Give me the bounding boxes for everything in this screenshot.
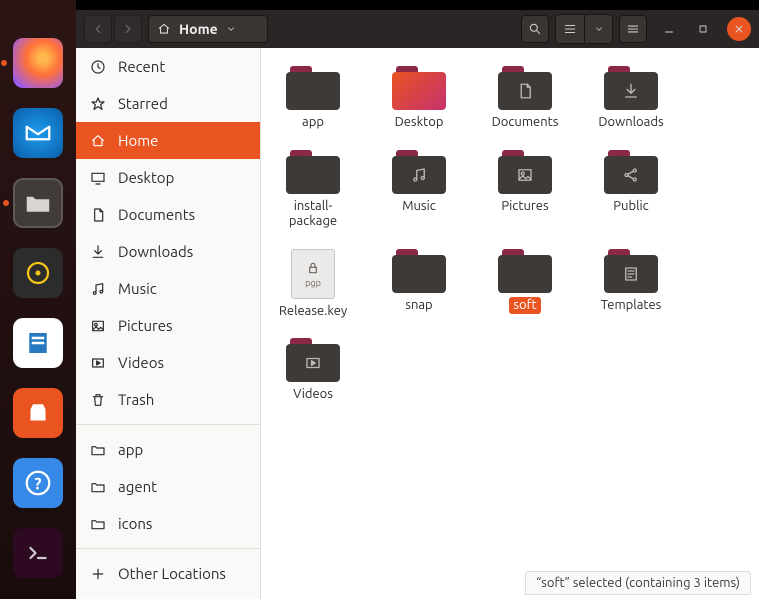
dock-terminal[interactable] bbox=[13, 528, 63, 578]
search-button[interactable] bbox=[521, 15, 549, 43]
sidebar-item-music[interactable]: Music bbox=[76, 270, 260, 307]
file-music[interactable]: > Music bbox=[379, 150, 459, 231]
back-button[interactable] bbox=[84, 15, 112, 43]
content-area: Recent Starred Home Desktop Documents Downloa… bbox=[76, 48, 759, 599]
file-label: Desktop bbox=[391, 114, 448, 132]
file-install-package[interactable]: install-package bbox=[273, 150, 353, 231]
file-videos[interactable]: > Videos bbox=[273, 338, 353, 404]
sidebar-item-pictures[interactable]: Pictures bbox=[76, 307, 260, 344]
sidebar-item-label: Desktop bbox=[118, 169, 174, 186]
dock-thunderbird[interactable] bbox=[13, 108, 63, 158]
dock-firefox[interactable] bbox=[13, 38, 63, 88]
sidebar-item-videos[interactable]: Videos bbox=[76, 344, 260, 381]
sidebar-item-recent[interactable]: Recent bbox=[76, 48, 260, 85]
file-downloads[interactable]: > Downloads bbox=[591, 66, 671, 132]
folder-icon: > bbox=[604, 150, 658, 194]
folder-icon: > bbox=[392, 150, 446, 194]
dock-ubuntu-software[interactable] bbox=[13, 388, 63, 438]
sidebar-item-label: Documents bbox=[118, 206, 195, 223]
sidebar-item-agent[interactable]: agent bbox=[76, 468, 260, 505]
files-window: Home Recent Starred Home Desktop Documents Do… bbox=[76, 10, 759, 599]
folder-icon: > bbox=[498, 66, 552, 110]
svg-text:?: ? bbox=[34, 475, 41, 493]
view-mode-group bbox=[555, 14, 613, 44]
home-icon bbox=[157, 22, 171, 36]
file-label: Music bbox=[398, 198, 440, 216]
sidebar-item-label: agent bbox=[118, 478, 157, 495]
file-public[interactable]: > Public bbox=[591, 150, 671, 231]
sidebar-item-home[interactable]: Home bbox=[76, 122, 260, 159]
folder-icon bbox=[286, 150, 340, 194]
hamburger-menu-button[interactable] bbox=[619, 15, 647, 43]
sidebar-item-label: Starred bbox=[118, 95, 168, 112]
sidebar-item-label: Music bbox=[118, 280, 157, 297]
sidebar-item-label: app bbox=[118, 441, 143, 458]
maximize-button[interactable] bbox=[691, 17, 715, 41]
sidebar-item-app[interactable]: app bbox=[76, 431, 260, 468]
folder-icon bbox=[286, 66, 340, 110]
dock-files[interactable] bbox=[13, 178, 63, 228]
sidebar-item-documents[interactable]: Documents bbox=[76, 196, 260, 233]
file-app[interactable]: app bbox=[273, 66, 353, 132]
folder-icon bbox=[392, 66, 446, 110]
list-view-button[interactable] bbox=[556, 15, 584, 43]
sidebar-item-label: Home bbox=[118, 132, 158, 149]
sidebar: Recent Starred Home Desktop Documents Downloa… bbox=[76, 48, 261, 599]
file-label: soft bbox=[509, 297, 540, 315]
file-label: Documents bbox=[488, 114, 563, 132]
dock-help[interactable]: ? bbox=[13, 458, 63, 508]
file-label: snap bbox=[401, 297, 436, 315]
file-label: Templates bbox=[597, 297, 666, 315]
sidebar-item-desktop[interactable]: Desktop bbox=[76, 159, 260, 196]
sidebar-item-label: Videos bbox=[118, 354, 164, 371]
folder-icon bbox=[392, 249, 446, 293]
file-templates[interactable]: > Templates bbox=[591, 249, 671, 321]
sidebar-item-label: Recent bbox=[118, 58, 165, 75]
file-label: install-package bbox=[273, 198, 353, 231]
sidebar-item-trash[interactable]: Trash bbox=[76, 381, 260, 418]
dock-libreoffice-writer[interactable] bbox=[13, 318, 63, 368]
file-soft[interactable]: soft bbox=[485, 249, 565, 321]
nav-group bbox=[84, 15, 142, 43]
sidebar-item-starred[interactable]: Starred bbox=[76, 85, 260, 122]
sidebar-item-label: Pictures bbox=[118, 317, 173, 334]
file-documents[interactable]: > Documents bbox=[485, 66, 565, 132]
sidebar-item-label: icons bbox=[118, 515, 152, 532]
file-label: Videos bbox=[289, 386, 337, 404]
file-label: Pictures bbox=[497, 198, 552, 216]
sidebar-item-downloads[interactable]: Downloads bbox=[76, 233, 260, 270]
sidebar-other-locations[interactable]: Other Locations bbox=[76, 555, 260, 592]
file-label: app bbox=[298, 114, 328, 132]
sidebar-item-label: Other Locations bbox=[118, 565, 226, 582]
sidebar-item-label: Downloads bbox=[118, 243, 193, 260]
chevron-down-icon bbox=[226, 24, 236, 34]
folder-icon: > bbox=[498, 150, 552, 194]
sidebar-item-icons[interactable]: icons bbox=[76, 505, 260, 542]
folder-icon bbox=[498, 249, 552, 293]
file-label: Public bbox=[609, 198, 652, 216]
file-icon: pgp bbox=[291, 249, 335, 299]
file-label: Downloads bbox=[594, 114, 667, 132]
dock-rhythmbox[interactable] bbox=[13, 248, 63, 298]
titlebar: Home bbox=[76, 10, 759, 48]
dock-launcher: ? bbox=[0, 0, 76, 599]
folder-icon: > bbox=[604, 66, 658, 110]
folder-icon: > bbox=[604, 249, 658, 293]
close-button[interactable] bbox=[727, 17, 751, 41]
path-bar[interactable]: Home bbox=[148, 15, 268, 43]
file-snap[interactable]: snap bbox=[379, 249, 459, 321]
file-grid[interactable]: app Desktop > Documents > Downloads install-pa… bbox=[261, 48, 759, 599]
status-bar: “soft” selected (containing 3 items) bbox=[525, 571, 751, 595]
minimize-button[interactable] bbox=[657, 17, 681, 41]
file-label: Release.key bbox=[275, 303, 351, 321]
path-label: Home bbox=[179, 21, 218, 37]
view-options-button[interactable] bbox=[584, 15, 612, 43]
forward-button[interactable] bbox=[114, 15, 142, 43]
file-pictures[interactable]: > Pictures bbox=[485, 150, 565, 231]
sidebar-item-label: Trash bbox=[118, 391, 154, 408]
file-release-key[interactable]: pgp Release.key bbox=[273, 249, 353, 321]
file-desktop[interactable]: Desktop bbox=[379, 66, 459, 132]
folder-icon: > bbox=[286, 338, 340, 382]
